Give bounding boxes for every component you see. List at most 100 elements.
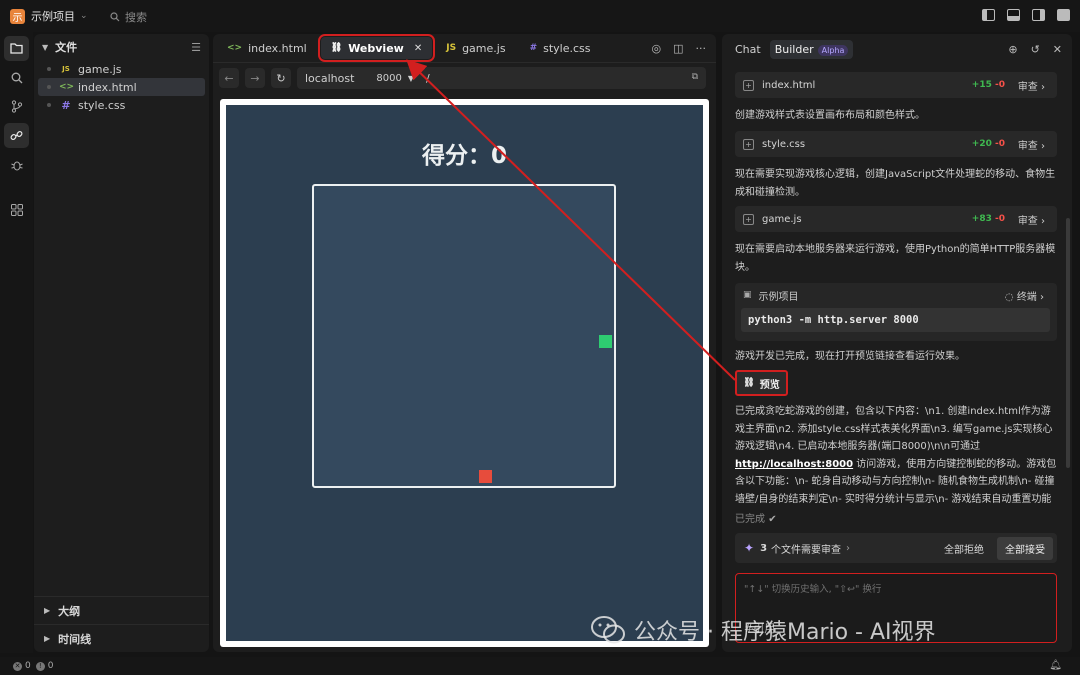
- reject-all-button[interactable]: 全部拒绝: [944, 541, 984, 556]
- bell-icon[interactable]: 🔔︎: [1049, 660, 1062, 671]
- history-icon[interactable]: ↺: [1031, 43, 1040, 56]
- tab-index-html[interactable]: <> index.html: [217, 37, 317, 59]
- file-change-chip[interactable]: + game.js +83 -0 审查 ›: [735, 206, 1057, 232]
- tab-style-css[interactable]: # style.css: [520, 37, 601, 59]
- tab-label: index.html: [248, 41, 307, 55]
- split-editor-icon[interactable]: ◫: [673, 42, 683, 55]
- file-item-style-css[interactable]: # style.css: [38, 96, 205, 114]
- search-icon[interactable]: [4, 65, 29, 90]
- refresh-icon[interactable]: ↻: [271, 68, 291, 88]
- search-icon: [110, 12, 120, 22]
- open-external-icon[interactable]: ⧉: [692, 72, 698, 82]
- review-text[interactable]: 个文件需要审查: [771, 541, 841, 556]
- input-placeholder: "↑↓" 切换历史输入, "⇧↩" 换行: [744, 584, 882, 595]
- warning-icon[interactable]: !: [35, 661, 45, 671]
- file-name: index.html: [78, 80, 137, 94]
- file-name: style.css: [78, 98, 126, 112]
- error-icon[interactable]: ✕: [13, 661, 22, 671]
- file-change-chip[interactable]: + style.css +20 -0 审查 ›: [735, 131, 1057, 157]
- url-port-select[interactable]: 8000: [376, 73, 401, 84]
- chip-file-name: game.js: [762, 213, 802, 225]
- plus-file-icon: +: [743, 138, 754, 150]
- back-arrow-icon[interactable]: ←: [219, 68, 239, 88]
- tab-chat[interactable]: Chat: [730, 40, 766, 59]
- project-badge[interactable]: 示: [10, 8, 25, 24]
- link-icon: ⛓: [330, 43, 343, 53]
- html-file-icon: <>: [227, 43, 243, 53]
- more-icon[interactable]: ···: [696, 42, 707, 55]
- chevron-down-icon[interactable]: ▼: [408, 74, 414, 83]
- js-file-icon: JS: [446, 43, 457, 53]
- url-host: localhost: [305, 71, 355, 85]
- game-page: 得分：0: [226, 105, 703, 641]
- diff-stat: +15 -0: [971, 80, 1005, 90]
- webview-frame: 得分：0: [220, 99, 709, 647]
- plus-file-icon: +: [743, 79, 754, 91]
- alpha-badge: Alpha: [817, 44, 849, 56]
- link-icon: ⛓: [743, 378, 755, 388]
- open-terminal-link[interactable]: ◌ 终端 ›: [1005, 288, 1044, 303]
- status-bar: ✕ 0 ! 0 🔔︎: [0, 657, 1080, 675]
- timeline-section[interactable]: ▶ 时间线: [34, 624, 209, 652]
- error-count[interactable]: 0: [25, 661, 31, 671]
- warning-count[interactable]: 0: [48, 661, 54, 671]
- debug-bug-icon[interactable]: [4, 152, 29, 177]
- forward-arrow-icon[interactable]: →: [245, 68, 265, 88]
- url-bar[interactable]: localhost 8000 ▼ / ⧉: [297, 67, 706, 89]
- source-control-icon[interactable]: [4, 94, 29, 119]
- review-link[interactable]: 审查 ›: [1018, 212, 1045, 227]
- terminal-block: ▣ 示例项目 ◌ 终端 › python3 -m http.server 800…: [735, 283, 1057, 341]
- chevron-down-icon[interactable]: ▼: [42, 43, 48, 52]
- tab-builder[interactable]: Builder Alpha: [769, 39, 854, 59]
- chevron-down-icon[interactable]: ⌄: [80, 11, 88, 21]
- plus-file-icon: +: [743, 213, 754, 225]
- explorer-header[interactable]: ▼ 文件 ☰: [34, 34, 209, 60]
- explorer-icon[interactable]: [4, 36, 29, 61]
- message-text: 现在需要实现游戏核心逻辑，创建JavaScript文件处理蛇的移动、食物生成和碰…: [735, 169, 1056, 198]
- outline-section[interactable]: ▶ 大纲: [34, 596, 209, 624]
- extensions-grid-icon[interactable]: [4, 197, 29, 222]
- tab-game-js[interactable]: JS game.js: [436, 37, 515, 59]
- file-change-chip[interactable]: + index.html +15 -0 审查 ›: [735, 72, 1057, 98]
- game-board[interactable]: [312, 184, 616, 488]
- accept-all-button[interactable]: 全部接受: [997, 536, 1053, 560]
- localhost-link[interactable]: http://localhost:8000: [735, 459, 853, 470]
- project-name[interactable]: 示例项目: [31, 8, 75, 24]
- status-done: 已完成 ✔: [735, 514, 777, 525]
- search-box[interactable]: 搜索: [110, 9, 147, 25]
- css-file-icon: #: [61, 98, 71, 112]
- webview-link-icon[interactable]: [4, 123, 29, 148]
- new-chat-icon[interactable]: ⊕: [1008, 43, 1017, 56]
- css-file-icon: #: [529, 43, 538, 53]
- toggle-left-sidebar-icon[interactable]: [982, 9, 995, 21]
- file-item-index-html[interactable]: <> index.html: [38, 78, 205, 96]
- terminal-icon: ▣: [743, 290, 752, 300]
- chip-file-name: index.html: [762, 79, 816, 91]
- food-item: [479, 470, 492, 483]
- sort-icon[interactable]: ☰: [191, 41, 201, 54]
- url-path[interactable]: /: [426, 72, 430, 85]
- toggle-bottom-panel-icon[interactable]: [1007, 9, 1020, 21]
- chevron-right-icon: ▶: [44, 606, 51, 615]
- outline-label: 大纲: [58, 604, 81, 618]
- close-icon[interactable]: ✕: [1053, 43, 1062, 56]
- terminal-project: 示例项目: [758, 291, 799, 303]
- file-name: game.js: [78, 62, 122, 76]
- snake-segment: [599, 335, 612, 348]
- scrollbar[interactable]: [1066, 218, 1070, 468]
- tab-webview[interactable]: ⛓ Webview ✕: [317, 34, 436, 62]
- tab-label: Webview: [348, 41, 404, 55]
- preview-button[interactable]: ⛓ 预览: [735, 370, 788, 396]
- review-count: 3: [760, 542, 768, 554]
- close-icon[interactable]: ✕: [414, 43, 422, 54]
- file-dot-icon: [47, 67, 51, 71]
- toggle-right-sidebar-icon[interactable]: [1032, 9, 1045, 21]
- file-item-game-js[interactable]: JS game.js: [38, 60, 205, 78]
- compass-icon[interactable]: ◎: [651, 42, 661, 55]
- score-display: 得分：0: [421, 143, 507, 169]
- fullscreen-layout-icon[interactable]: [1057, 9, 1070, 21]
- review-link[interactable]: 审查 ›: [1018, 137, 1045, 152]
- explorer-title: 文件: [55, 41, 78, 54]
- review-link[interactable]: 审查 ›: [1018, 78, 1045, 93]
- file-dot-icon: [47, 103, 51, 107]
